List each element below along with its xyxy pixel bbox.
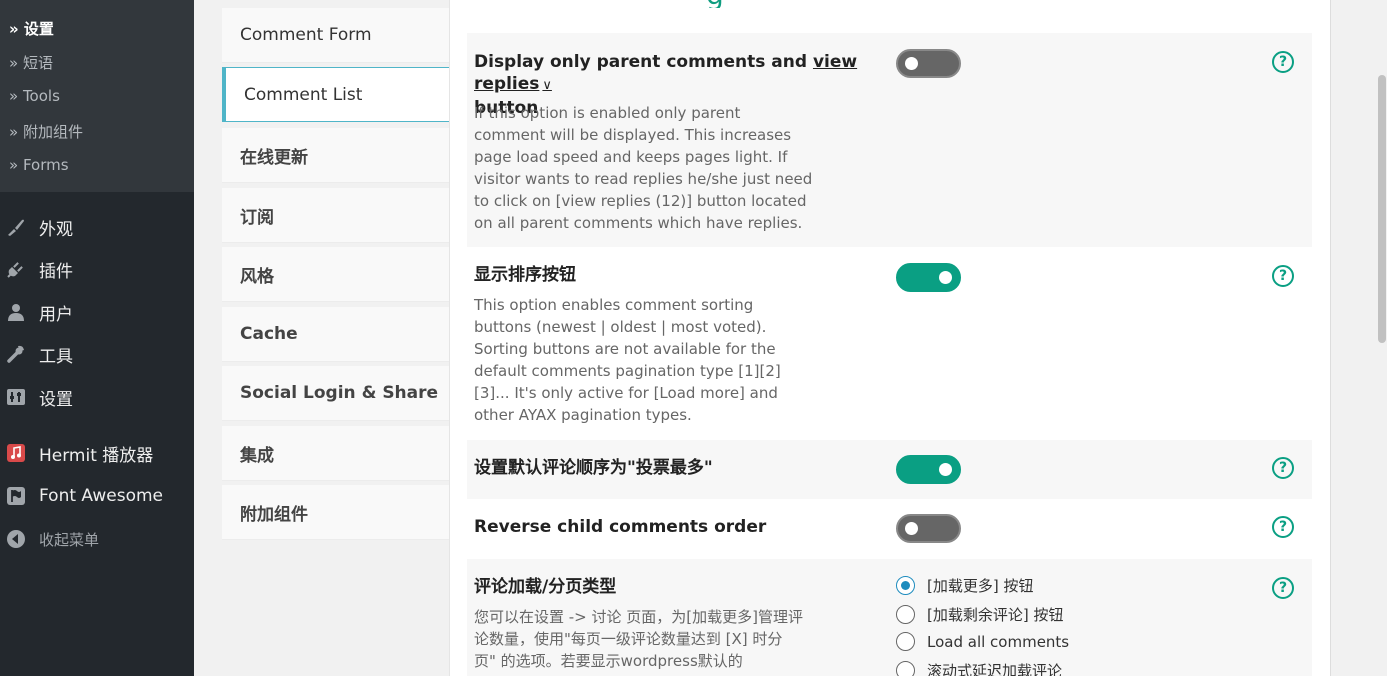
pagination-option-load-all[interactable]: Load all comments [896, 632, 1069, 651]
toggle-knob [905, 57, 918, 70]
pagination-option-lazy-load[interactable]: 滚动式延迟加载评论 [896, 660, 1062, 676]
scrollbar-thumb[interactable] [1378, 75, 1386, 343]
chevron-down-icon: ∨ [542, 78, 552, 93]
setting-title-text: Display only parent comments and [474, 52, 808, 72]
menu-item-appearance[interactable]: 外观 [0, 209, 194, 245]
wrench-icon [6, 344, 26, 364]
tab-integration[interactable]: 集成 [222, 426, 449, 481]
setting-row-sorting-buttons: 显示排序按钮 This option enables comment sorti… [467, 247, 1312, 440]
menu-label: Font Awesome [39, 486, 163, 506]
admin-sidebar: » 设置 » 短语 » Tools » 附加组件 » Forms 外观 插件 用… [0, 0, 194, 676]
setting-description: 您可以在设置 -> 讨论 页面，为[加载更多]管理评论数量，使用"每页一级评论数… [474, 608, 803, 670]
default-order-toggle[interactable] [896, 455, 961, 484]
submenu-item-tools[interactable]: » Tools [9, 87, 60, 105]
menu-label: Hermit 播放器 [39, 445, 154, 466]
tab-comment-list[interactable]: Comment List [222, 67, 449, 122]
menu-label: 设置 [39, 389, 73, 410]
pagination-option-load-rest[interactable]: [加载剩余评论] 按钮 [896, 604, 1063, 625]
menu-label: 工具 [39, 346, 73, 367]
menu-item-settings[interactable]: 设置 [0, 379, 194, 415]
help-icon[interactable]: ? [1272, 51, 1294, 73]
pagination-option-load-more[interactable]: [加载更多] 按钮 [896, 575, 1033, 596]
tab-cache[interactable]: Cache [222, 307, 449, 362]
tab-comment-form[interactable]: Comment Form [222, 8, 449, 63]
menu-item-hermit-player[interactable]: Hermit 播放器 [0, 435, 194, 471]
collapse-menu-label: 收起菜单 [39, 530, 100, 549]
radio-button[interactable] [896, 632, 915, 651]
menu-item-font-awesome[interactable]: Font Awesome [0, 478, 194, 514]
menu-item-tools[interactable]: 工具 [0, 336, 194, 372]
setting-title: 评论加载/分页类型 [474, 577, 617, 597]
help-icon[interactable]: ? [1272, 516, 1294, 538]
radio-label: Load all comments [927, 632, 1070, 651]
menu-label: 用户 [39, 304, 73, 325]
setting-description: If this option is enabled only parent co… [474, 104, 813, 232]
setting-row-default-order: 设置默认评论顺序为"投票最多" ? [467, 440, 1312, 499]
setting-title: Reverse child comments order [474, 517, 767, 537]
submenu-item-settings[interactable]: » 设置 [9, 18, 54, 39]
radio-button[interactable] [896, 661, 915, 676]
toggle-knob [905, 522, 918, 535]
radio-label: 滚动式延迟加载评论 [927, 662, 1063, 676]
reverse-child-toggle[interactable] [896, 514, 961, 543]
menu-label: 插件 [39, 261, 73, 282]
toggle-knob [939, 463, 952, 476]
tab-subscription[interactable]: 订阅 [222, 188, 449, 243]
menu-item-users[interactable]: 用户 [0, 294, 194, 330]
menu-item-plugins[interactable]: 插件 [0, 251, 194, 287]
setting-title: 设置默认评论顺序为"投票最多" [474, 458, 713, 478]
tab-style[interactable]: 风格 [222, 247, 449, 302]
parent-comments-toggle[interactable] [896, 49, 961, 78]
setting-description: This option enables comment sorting butt… [474, 296, 781, 424]
submenu-item-forms[interactable]: » Forms [9, 156, 69, 174]
setting-row-reverse-child: Reverse child comments order ? [467, 499, 1312, 559]
panel-heading-clip: g [706, 0, 746, 8]
plug-icon [6, 259, 26, 279]
tab-social-login-share[interactable]: Social Login & Share [222, 366, 449, 421]
flag-icon [6, 486, 26, 506]
submenu-item-phrases[interactable]: » 短语 [9, 52, 53, 73]
brush-icon [6, 217, 26, 237]
tab-addons[interactable]: 附加组件 [222, 485, 449, 540]
radio-label: [加载更多] 按钮 [927, 577, 1034, 595]
settings-sliders-icon [6, 387, 26, 407]
page-scrollbar[interactable] [1375, 0, 1387, 676]
user-icon [6, 302, 26, 322]
setting-row-parent-comments: Display only parent comments and view re… [467, 33, 1312, 247]
tab-online-update[interactable]: 在线更新 [222, 128, 449, 183]
radio-button[interactable] [896, 576, 915, 595]
toggle-knob [939, 271, 952, 284]
collapse-menu-button[interactable]: 收起菜单 [0, 521, 194, 557]
help-icon[interactable]: ? [1272, 577, 1294, 599]
setting-title: 显示排序按钮 [474, 265, 576, 285]
menu-label: 外观 [39, 219, 73, 240]
collapse-arrow-icon [6, 529, 26, 549]
submenu-item-addons[interactable]: » 附加组件 [9, 121, 83, 142]
help-icon[interactable]: ? [1272, 265, 1294, 287]
radio-button[interactable] [896, 605, 915, 624]
sorting-buttons-toggle[interactable] [896, 263, 961, 292]
radio-label: [加载剩余评论] 按钮 [927, 606, 1064, 624]
help-icon[interactable]: ? [1272, 457, 1294, 479]
settings-submenu: » 设置 » 短语 » Tools » 附加组件 » Forms [0, 0, 194, 192]
setting-row-pagination: 评论加载/分页类型 您可以在设置 -> 讨论 页面，为[加载更多]管理评论数量，… [467, 559, 1312, 676]
music-icon [6, 443, 26, 463]
